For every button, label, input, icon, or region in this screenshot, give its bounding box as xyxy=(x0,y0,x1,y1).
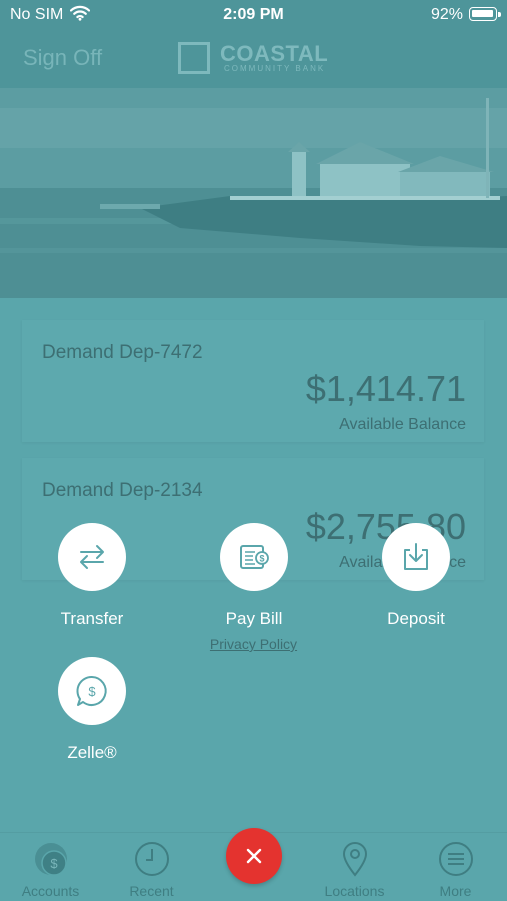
menu-icon xyxy=(438,841,474,877)
tab-recent[interactable]: Recent xyxy=(101,833,202,901)
tab-label: Accounts xyxy=(21,883,80,899)
close-icon xyxy=(246,848,262,864)
nav-bar: Sign Off COASTAL COMMUNITY BANK xyxy=(0,30,507,88)
hero-lighthouse-image xyxy=(0,88,507,298)
account-name: Demand Dep-7472 xyxy=(42,342,203,363)
pay-bill-button[interactable]: $ xyxy=(220,523,288,591)
transfer-label: Transfer xyxy=(60,609,124,628)
transfer-button[interactable] xyxy=(58,523,126,591)
battery-percent: 92% xyxy=(430,6,463,23)
logo-mark-icon xyxy=(178,42,210,74)
account-name: Demand Dep-2134 xyxy=(42,480,203,501)
deposit-button[interactable] xyxy=(382,523,450,591)
zelle-button[interactable]: $ xyxy=(58,657,126,725)
account-card[interactable]: Demand Dep-7472 $1,414.71 Available Bala… xyxy=(22,320,484,442)
svg-text:$: $ xyxy=(259,554,264,564)
tab-accounts[interactable]: $ Accounts xyxy=(0,833,101,901)
pay-bill-label: Pay Bill xyxy=(225,609,283,628)
download-tray-icon xyxy=(404,543,428,570)
tab-more[interactable]: More xyxy=(405,833,506,901)
transfer-arrows-icon xyxy=(80,545,104,569)
account-balance-caption: Available Balance xyxy=(339,416,466,433)
bill-icon: $ xyxy=(240,545,269,569)
transfer-action[interactable]: Transfer xyxy=(12,523,172,629)
logo-subtitle: COMMUNITY BANK xyxy=(224,64,326,73)
tab-label: More xyxy=(439,883,472,899)
zelle-label: Zelle® xyxy=(67,743,117,762)
dollar-coin-icon: $ xyxy=(33,841,69,877)
deposit-action[interactable]: Deposit xyxy=(336,523,496,629)
tab-locations[interactable]: Locations xyxy=(304,833,405,901)
clock-icon xyxy=(134,841,170,877)
svg-text:$: $ xyxy=(50,856,58,871)
status-bar: No SIM 2:09 PM 92% xyxy=(0,0,507,30)
close-menu-button[interactable] xyxy=(226,828,282,884)
bank-logo: COASTAL COMMUNITY BANK xyxy=(178,40,338,76)
sign-off-button[interactable]: Sign Off xyxy=(23,45,102,71)
zelle-action[interactable]: $ Zelle® xyxy=(12,657,172,763)
tab-label: Recent xyxy=(129,883,174,899)
deposit-label: Deposit xyxy=(387,609,445,628)
account-balance: $1,414.71 xyxy=(305,368,466,409)
map-pin-icon xyxy=(337,841,373,877)
tab-label: Locations xyxy=(324,883,385,899)
dollar-chat-icon: $ xyxy=(76,675,107,706)
svg-text:$: $ xyxy=(88,684,96,699)
pay-bill-action[interactable]: $ Pay Bill xyxy=(174,523,334,629)
battery-icon xyxy=(469,7,497,21)
battery-cap xyxy=(498,12,501,17)
privacy-policy-link[interactable]: Privacy Policy xyxy=(0,636,507,652)
